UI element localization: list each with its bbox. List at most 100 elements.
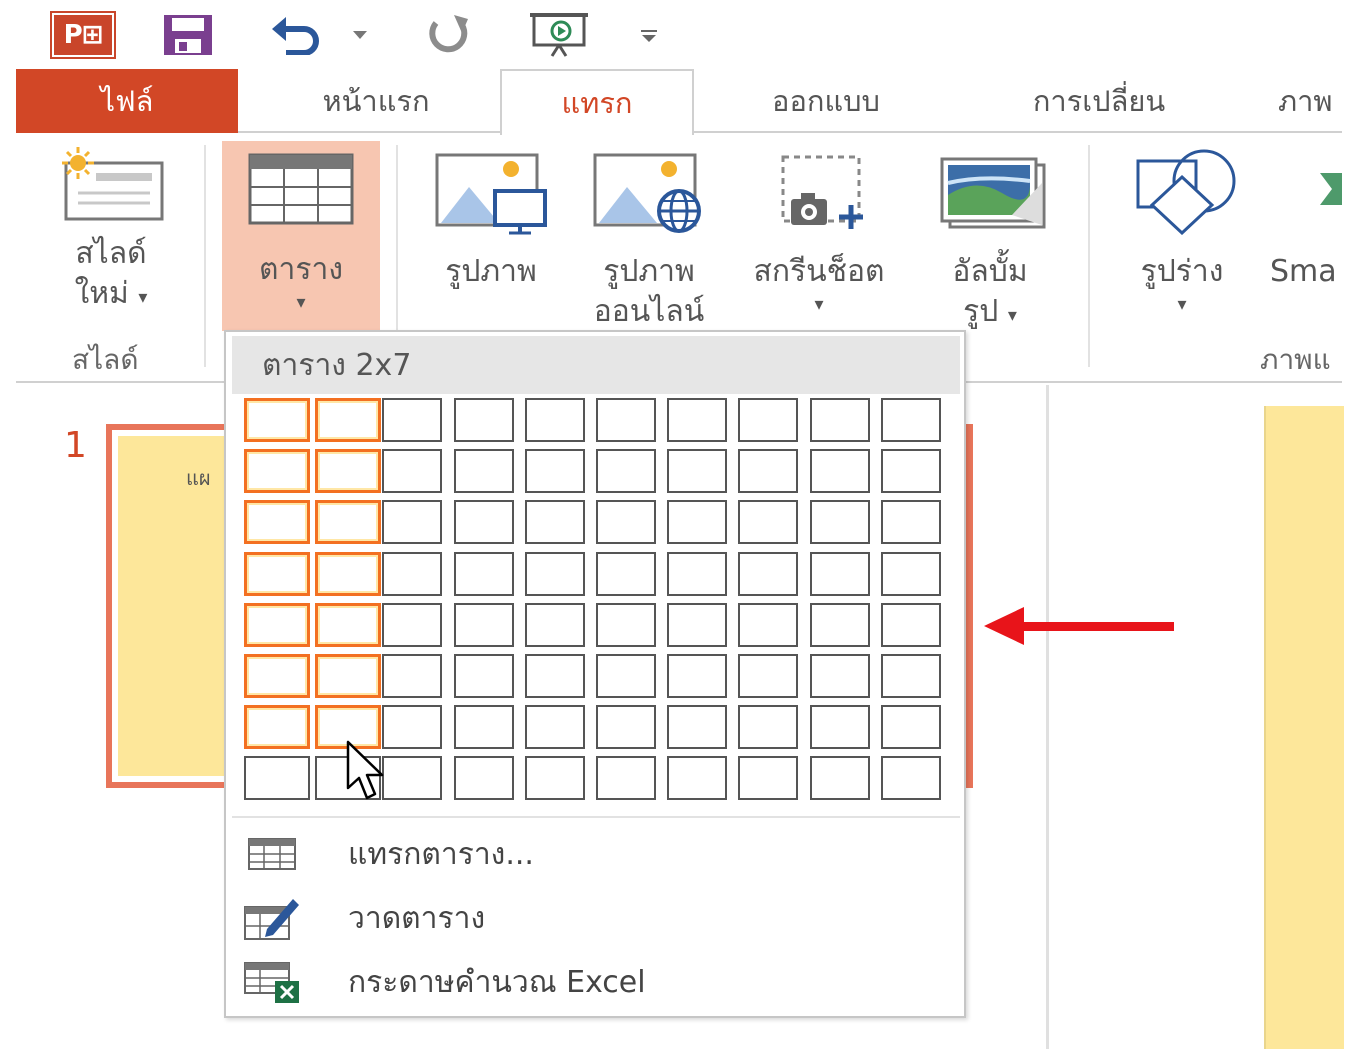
grid-cell[interactable] bbox=[809, 705, 870, 750]
grid-cell[interactable] bbox=[809, 654, 870, 698]
customize-qat-button[interactable] bbox=[632, 12, 666, 58]
grid-cell[interactable] bbox=[809, 449, 870, 494]
tab-transitions[interactable]: การเปลี่ยน bbox=[984, 69, 1214, 133]
tab-design[interactable]: ออกแบบ bbox=[726, 69, 926, 133]
grid-cell[interactable] bbox=[382, 500, 443, 545]
draw-table-menu-item[interactable]: วาดตาราง bbox=[242, 890, 942, 946]
grid-cell[interactable] bbox=[524, 398, 585, 442]
redo-button[interactable] bbox=[420, 12, 478, 58]
grid-cell[interactable] bbox=[244, 398, 310, 442]
grid-cell[interactable] bbox=[667, 449, 728, 494]
smartart-button[interactable]: Sma bbox=[1266, 149, 1342, 292]
grid-cell[interactable] bbox=[596, 654, 656, 698]
grid-cell[interactable] bbox=[524, 551, 585, 596]
undo-button[interactable] bbox=[270, 12, 320, 58]
grid-cell[interactable] bbox=[596, 449, 656, 494]
grid-cell[interactable] bbox=[244, 500, 310, 545]
grid-cell[interactable] bbox=[524, 756, 585, 801]
grid-cell[interactable] bbox=[244, 756, 310, 801]
tab-home[interactable]: หน้าแรก bbox=[266, 69, 486, 133]
grid-cell[interactable] bbox=[453, 500, 514, 545]
grid-cell[interactable] bbox=[524, 705, 585, 750]
grid-cell[interactable] bbox=[667, 500, 728, 545]
tab-insert[interactable]: แทรก bbox=[500, 69, 694, 135]
grid-cell[interactable] bbox=[738, 398, 799, 442]
table-button[interactable]: ตาราง ▾ bbox=[222, 153, 380, 316]
grid-cell[interactable] bbox=[738, 756, 799, 801]
grid-cell[interactable] bbox=[667, 756, 728, 801]
grid-cell[interactable] bbox=[880, 654, 941, 698]
grid-cell[interactable] bbox=[524, 449, 585, 494]
grid-cell[interactable] bbox=[596, 551, 656, 596]
grid-cell[interactable] bbox=[244, 449, 310, 494]
grid-cell[interactable] bbox=[244, 551, 310, 596]
grid-cell[interactable] bbox=[453, 654, 514, 698]
grid-cell[interactable] bbox=[382, 551, 443, 596]
grid-cell[interactable] bbox=[667, 705, 728, 750]
grid-cell[interactable] bbox=[809, 756, 870, 801]
slide-canvas[interactable] bbox=[1264, 406, 1344, 1049]
grid-cell[interactable] bbox=[453, 756, 514, 801]
grid-cell[interactable] bbox=[809, 398, 870, 442]
grid-cell[interactable] bbox=[596, 705, 656, 750]
start-presentation-button[interactable] bbox=[526, 12, 592, 58]
grid-cell[interactable] bbox=[244, 705, 310, 750]
grid-cell[interactable] bbox=[809, 551, 870, 596]
grid-cell[interactable] bbox=[738, 654, 799, 698]
tab-animations[interactable]: ภาพ bbox=[1278, 69, 1348, 133]
save-button[interactable] bbox=[160, 12, 216, 58]
grid-cell[interactable] bbox=[809, 500, 870, 545]
photo-album-button[interactable]: อัลบั้ม รูป ▾ bbox=[920, 153, 1060, 336]
grid-cell[interactable] bbox=[738, 602, 799, 647]
grid-cell[interactable] bbox=[453, 551, 514, 596]
grid-cell[interactable] bbox=[524, 500, 585, 545]
undo-dropdown-button[interactable] bbox=[345, 12, 375, 58]
grid-cell[interactable] bbox=[880, 705, 941, 750]
grid-cell[interactable] bbox=[809, 602, 870, 647]
grid-cell[interactable] bbox=[244, 602, 310, 647]
grid-cell[interactable] bbox=[880, 398, 941, 442]
grid-cell[interactable] bbox=[667, 602, 728, 647]
grid-cell[interactable] bbox=[667, 551, 728, 596]
grid-cell[interactable] bbox=[315, 602, 382, 647]
pane-divider[interactable] bbox=[1046, 385, 1049, 1049]
grid-cell[interactable] bbox=[524, 654, 585, 698]
grid-cell[interactable] bbox=[596, 756, 656, 801]
grid-cell[interactable] bbox=[453, 398, 514, 442]
grid-cell[interactable] bbox=[315, 398, 382, 442]
grid-cell[interactable] bbox=[596, 398, 656, 442]
grid-cell[interactable] bbox=[382, 449, 443, 494]
excel-spreadsheet-menu-item[interactable]: กระดาษคำนวณ Excel bbox=[242, 954, 942, 1010]
grid-cell[interactable] bbox=[880, 500, 941, 545]
shapes-button[interactable]: รูปร่าง ▾ bbox=[1112, 149, 1252, 318]
grid-cell[interactable] bbox=[315, 551, 382, 596]
grid-cell[interactable] bbox=[453, 449, 514, 494]
grid-cell[interactable] bbox=[382, 602, 443, 647]
grid-cell[interactable] bbox=[738, 500, 799, 545]
grid-cell[interactable] bbox=[524, 602, 585, 647]
grid-cell[interactable] bbox=[382, 705, 443, 750]
grid-cell[interactable] bbox=[453, 705, 514, 750]
grid-cell[interactable] bbox=[738, 449, 799, 494]
grid-cell[interactable] bbox=[880, 756, 941, 801]
pictures-button[interactable]: รูปภาพ bbox=[426, 153, 556, 292]
online-pictures-button[interactable]: รูปภาพ ออนไลน์ bbox=[584, 153, 714, 332]
grid-cell[interactable] bbox=[880, 551, 941, 596]
grid-cell[interactable] bbox=[596, 500, 656, 545]
grid-cell[interactable] bbox=[667, 654, 728, 698]
grid-cell[interactable] bbox=[738, 705, 799, 750]
grid-cell[interactable] bbox=[315, 500, 382, 545]
grid-cell[interactable] bbox=[880, 602, 941, 647]
grid-cell[interactable] bbox=[382, 654, 443, 698]
grid-cell[interactable] bbox=[453, 602, 514, 647]
grid-cell[interactable] bbox=[382, 398, 443, 442]
grid-cell[interactable] bbox=[315, 654, 382, 698]
grid-cell[interactable] bbox=[880, 449, 941, 494]
grid-cell[interactable] bbox=[244, 654, 310, 698]
grid-cell[interactable] bbox=[596, 602, 656, 647]
new-slide-button[interactable]: สไลด์ ใหม่ ▾ bbox=[46, 147, 176, 318]
screenshot-button[interactable]: สกรีนช็อต ▾ bbox=[734, 153, 904, 318]
grid-cell[interactable] bbox=[738, 551, 799, 596]
grid-cell[interactable] bbox=[382, 756, 443, 801]
grid-cell[interactable] bbox=[315, 449, 382, 494]
